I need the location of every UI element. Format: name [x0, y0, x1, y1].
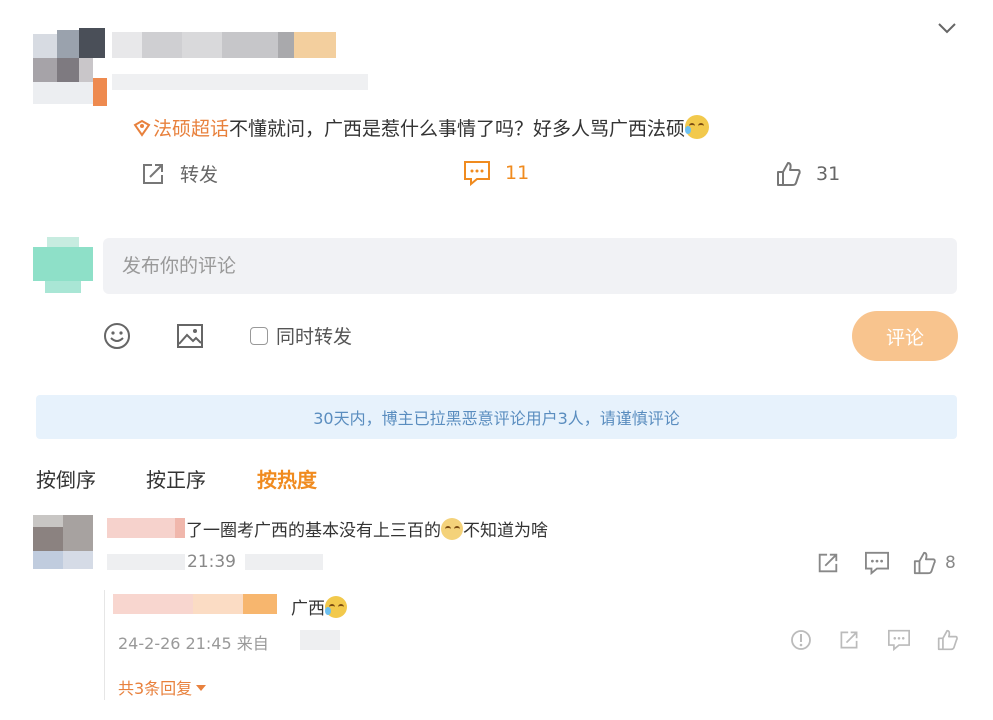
comment-source-blur [245, 554, 323, 570]
more-replies-link[interactable]: 共3条回复 [118, 675, 207, 699]
emoji-crying-laughing [685, 115, 710, 139]
reply-repost-icon[interactable] [838, 629, 860, 651]
like-icon [777, 162, 801, 186]
reply-thread-line [104, 590, 105, 700]
comment-icon [464, 161, 490, 186]
comment-reply-icon[interactable] [864, 551, 890, 575]
comment-time: 21:39 [187, 552, 236, 572]
reply-body: 广西 [291, 599, 325, 619]
post-text: 法硕超话不懂就问，广西是惹什么事情了吗？好多人骂广西法硕 [133, 114, 710, 141]
sort-tab-descending[interactable]: 按倒序 [36, 464, 96, 493]
repost-icon [143, 163, 163, 184]
reply-source-blur [300, 630, 340, 650]
comment-like-button[interactable]: 8 [913, 551, 956, 575]
reply-source-prefix: 来自 [236, 634, 269, 653]
chevron-down-icon[interactable] [936, 20, 958, 36]
comment-text-part1: 了一圈考广西的基本没有上三百的 [186, 521, 441, 541]
emoji-crying-laughing [325, 596, 347, 618]
reply-timestamp: 24-2-26 21:45 [118, 634, 232, 653]
blocked-users-notice: 30天内，博主已拉黑恶意评论用户3人，请谨慎评论 [36, 395, 957, 439]
sort-tab-ascending[interactable]: 按正序 [146, 464, 206, 493]
report-icon[interactable] [790, 629, 812, 651]
caret-down-icon [196, 685, 207, 691]
image-icon[interactable] [176, 322, 204, 350]
reply-comment-icon[interactable] [887, 629, 911, 651]
comment-text-part2: 不知道为啥 [463, 521, 548, 541]
like-button[interactable]: 31 [776, 161, 840, 187]
like-count: 31 [816, 163, 841, 185]
checkbox-box[interactable] [250, 326, 268, 345]
comment-input-wrapper [103, 238, 957, 294]
comment-count: 11 [505, 162, 530, 184]
post-body: 不懂就问，广西是惹什么事情了吗？好多人骂广西法硕 [229, 118, 686, 140]
comment-repost-icon[interactable] [816, 551, 840, 575]
repost-checkbox-label: 同时转发 [276, 326, 353, 348]
emoji-picker-icon[interactable] [103, 322, 131, 350]
comment-text: 了一圈考广西的基本没有上三百的 不知道为啥 [186, 516, 548, 541]
comment-button[interactable]: 11 [463, 160, 529, 186]
comment-meta-blur [107, 554, 185, 570]
submit-comment-button[interactable]: 评论 [852, 311, 958, 361]
reply-meta: 24-2-26 21:45 来自 [118, 630, 269, 654]
repost-checkbox[interactable]: 同时转发 [250, 322, 352, 349]
sort-tab-hot[interactable]: 按热度 [257, 464, 317, 493]
topic-link[interactable]: 法硕超话 [153, 118, 229, 140]
reply-text: 广西 [291, 594, 347, 619]
repost-button[interactable]: 转发 [140, 160, 218, 187]
reply-like-icon[interactable] [937, 629, 959, 651]
more-replies-label: 共3条回复 [118, 679, 193, 698]
like-icon [913, 551, 936, 575]
topic-icon [133, 119, 151, 137]
comment-input[interactable] [103, 238, 957, 294]
emoji-dog [441, 518, 463, 540]
comment-like-count: 8 [945, 553, 956, 573]
repost-label: 转发 [180, 164, 219, 186]
